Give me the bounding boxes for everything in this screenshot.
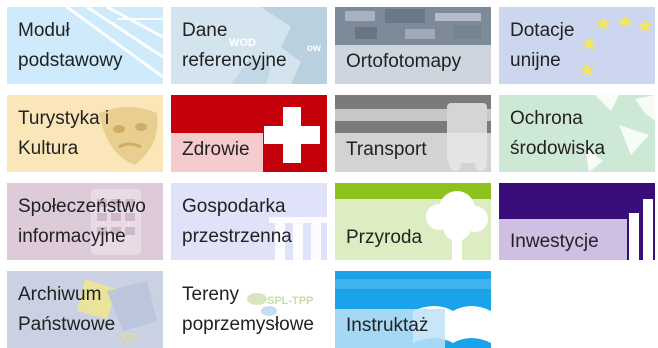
tile-label-line-2: podstawowy <box>18 50 123 71</box>
tile-label-line-2: Państwowe <box>18 314 116 335</box>
tile-label-line-2: Kultura <box>18 138 79 159</box>
tile-tereny-poprzemyslowe[interactable]: SPL-TPP Tereny poprzemysłowe <box>171 271 327 348</box>
tile-label: Transport <box>346 139 427 160</box>
tile-gospodarka-przestrzenna[interactable]: Gospodarka przestrzenna <box>171 183 327 260</box>
tile-transport[interactable]: Transport <box>335 95 491 172</box>
tile-label-line-1: Dane <box>182 20 228 41</box>
tile-label-line-1: Dotacje <box>510 20 575 41</box>
tile-label: Zdrowie <box>182 139 250 160</box>
tile-archiwum-panstwowe[interactable]: XP Archiwum Państwowe <box>7 271 163 348</box>
tile-label-line-2: przestrzenna <box>182 226 292 247</box>
tile-inwestycje[interactable]: Inwestycje <box>499 183 655 260</box>
tile-instruktaz[interactable]: Instruktaż <box>335 271 491 348</box>
svg-text:XP: XP <box>119 330 138 346</box>
module-tile-grid: Moduł podstawowy WOD ow Dane referencyjn… <box>0 0 658 348</box>
tile-label-line-1: Społeczeństwo <box>18 196 146 217</box>
tile-label-line-2: poprzemysłowe <box>182 314 314 335</box>
tile-label: Przyroda <box>346 227 423 248</box>
tile-label: Inwestycje <box>510 231 599 252</box>
tile-dotacje-unijne[interactable]: Dotacje unijne <box>499 7 655 84</box>
tile-label-line-1: Gospodarka <box>182 196 286 217</box>
tile-ortofotomapy[interactable]: Ortofotomapy <box>335 7 491 84</box>
tile-modul-podstawowy[interactable]: Moduł podstawowy <box>7 7 163 84</box>
tile-label-line-2: referencyjne <box>182 50 287 71</box>
tile-label: Ortofotomapy <box>346 51 462 72</box>
tile-label-line-1: Tereny <box>182 284 240 305</box>
tile-label-line-1: Moduł <box>18 20 70 41</box>
map-watermark-right: ow <box>307 43 321 54</box>
tile-ochrona-srodowiska[interactable]: Ochrona środowiska <box>499 95 655 172</box>
tile-label: Instruktaż <box>346 315 429 336</box>
tile-label-line-1: Archiwum <box>18 284 102 305</box>
tile-dane-referencyjne[interactable]: WOD ow Dane referencyjne <box>171 7 327 84</box>
tile-label-line-2: informacyjne <box>18 226 126 247</box>
tile-label-line-2: unijne <box>510 50 561 71</box>
tile-label-line-1: Ochrona <box>510 108 583 129</box>
tile-turystyka-i-kultura[interactable]: Turystyka i Kultura <box>7 95 163 172</box>
tile-label-line-1: Turystyka i <box>18 108 110 129</box>
tile-spoleczenstwo-informacyjne[interactable]: Społeczeństwo informacyjne <box>7 183 163 260</box>
tile-zdrowie[interactable]: Zdrowie <box>171 95 327 172</box>
tile-label-line-2: środowiska <box>510 138 606 159</box>
tile-przyroda[interactable]: Przyroda <box>335 183 491 260</box>
